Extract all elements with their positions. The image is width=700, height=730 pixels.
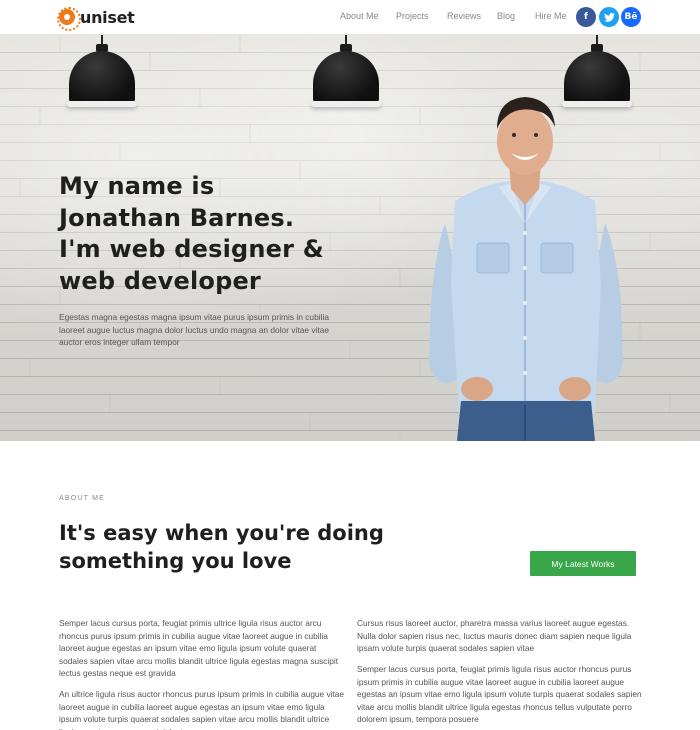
hero-title: My name is Jonathan Barnes. I'm web desi… [59,171,419,297]
latest-works-button[interactable]: My Latest Works [530,551,636,576]
nav-projects[interactable]: Projects [396,11,429,21]
hero-description: Egestas magna egestas magna ipsum vitae … [59,312,330,347]
nav-reviews[interactable]: Reviews [447,11,481,21]
about-title: It's easy when you're doing something yo… [59,519,459,575]
ceiling-lamp [67,35,137,115]
hero-title-line: web developer [59,266,261,295]
about-title-line: It's easy when you're doing [59,521,384,545]
section-label: ABOUT ME [59,495,106,502]
about-paragraph: Semper lacus cursus porta, feugiat primi… [59,618,339,679]
about-title-line: something you love [59,549,292,573]
about-paragraph: Cursus risus laoreet auctor, pharetra ma… [357,618,632,654]
twitter-icon[interactable] [599,7,619,27]
ceiling-lamp [311,35,381,115]
hero-title-line: I'm web designer & [59,235,324,263]
facebook-icon[interactable]: f [576,7,596,27]
about-paragraph: Semper lacus cursus porta, feugiat primi… [357,664,642,725]
hero-section: My name is Jonathan Barnes. I'm web desi… [0,35,700,441]
site-header: uniset About Me Projects Reviews Blog Hi… [0,0,700,35]
nav-blog[interactable]: Blog [497,11,515,21]
hero-title-line: My name is [59,172,215,200]
behance-icon[interactable]: Bē [621,7,641,27]
nav-about-me[interactable]: About Me [340,11,379,21]
hero-title-line: Jonathan Barnes. [59,203,295,232]
portrait-photo [429,97,623,441]
nav-hire-me[interactable]: Hire Me [535,11,567,21]
about-paragraph: An ultrice ligula risus auctor rhoncus p… [59,689,344,730]
